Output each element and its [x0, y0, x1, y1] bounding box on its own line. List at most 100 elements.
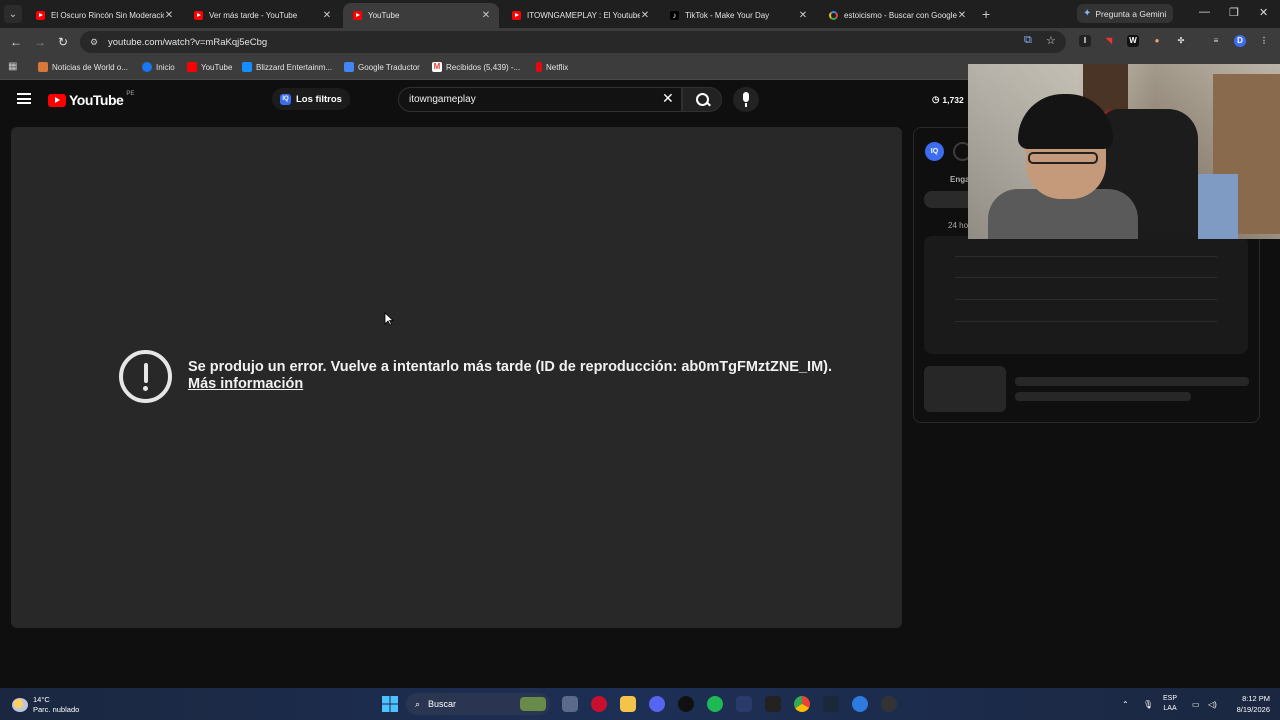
reload-icon[interactable]: ↻ — [58, 35, 68, 49]
app-icon[interactable] — [852, 696, 868, 712]
filters-label: Los filtros — [296, 93, 342, 105]
extension-icon[interactable]: ● — [1151, 35, 1163, 47]
hamburger-menu-icon[interactable] — [17, 93, 31, 104]
reading-list-icon[interactable]: ≡ — [1210, 35, 1222, 47]
microphone-icon[interactable]: 🎙︎ — [1143, 700, 1153, 709]
file-explorer-icon[interactable] — [620, 696, 636, 712]
side-time-label: 24 ho — [948, 221, 969, 230]
spotify-icon[interactable] — [707, 696, 723, 712]
bookmark-star-icon[interactable]: ☆ — [1046, 34, 1056, 47]
extension-icon[interactable]: ◥ — [1103, 35, 1115, 47]
bookmark-item[interactable]: Blizzard Entertainm... — [242, 62, 332, 72]
taskbar-search[interactable]: ⌕ Buscar — [406, 693, 550, 715]
voice-search-icon[interactable] — [733, 87, 759, 112]
app-icon[interactable] — [736, 696, 752, 712]
bookmark-label: Noticias de World o... — [52, 62, 128, 72]
webcam-person-glasses — [1028, 152, 1098, 164]
clock-time: 8:12 PM — [1242, 694, 1270, 703]
google-icon — [829, 11, 838, 20]
browser-tab[interactable]: ♪ TikTok - Make Your Day ✕ — [660, 3, 816, 28]
task-view-icon[interactable] — [562, 696, 578, 712]
more-info-link[interactable]: Más información — [188, 376, 303, 392]
extension-icon[interactable]: I — [1079, 35, 1091, 47]
youtube-icon — [353, 11, 362, 20]
tab-search-icon[interactable]: ⌄ — [4, 5, 22, 23]
tab-close-icon[interactable]: ✕ — [640, 10, 650, 21]
tab-close-icon[interactable]: ✕ — [481, 10, 491, 21]
maximize-icon[interactable]: ❐ — [1229, 6, 1239, 19]
discord-icon[interactable] — [649, 696, 665, 712]
tab-close-icon[interactable]: ✕ — [164, 10, 174, 21]
language-indicator[interactable]: ESP LAA — [1163, 694, 1177, 714]
opera-icon[interactable] — [591, 696, 607, 712]
bookmark-item[interactable]: Netflix — [536, 62, 568, 72]
skeleton-line — [1015, 377, 1249, 386]
iq-extension-icon[interactable]: IQ — [925, 142, 944, 161]
app-icon[interactable] — [678, 696, 694, 712]
gemini-button[interactable]: ✦ Pregunta a Gemini — [1077, 4, 1173, 23]
tab-close-icon[interactable]: ✕ — [957, 10, 967, 21]
new-tab-icon[interactable]: + — [982, 6, 990, 22]
weather-icon — [12, 698, 28, 712]
filters-button[interactable]: IQ Los filtros — [272, 88, 350, 110]
taskbar-clock[interactable]: 8:12 PM 8/19/2026 — [1226, 693, 1270, 715]
clear-search-icon[interactable]: ✕ — [662, 90, 674, 107]
tab-close-icon[interactable]: ✕ — [322, 10, 332, 21]
browser-tab-strip: ⌄ El Oscuro Rincón Sin Moderación ✕ Ver … — [0, 0, 1280, 28]
skeleton-thumbnail — [924, 366, 1006, 412]
minimize-icon[interactable]: — — [1199, 6, 1210, 18]
bookmark-label: Inicio — [156, 62, 175, 72]
taskbar-search-label: Buscar — [428, 699, 457, 709]
windows-taskbar: 14°C Parc. nublado — [0, 688, 1280, 720]
forward-icon[interactable]: → — [34, 35, 46, 49]
search-icon: ⌕ — [415, 698, 421, 709]
browser-tab[interactable]: estoicismo - Buscar con Google ✕ — [819, 3, 975, 28]
browser-tab[interactable]: El Oscuro Rincón Sin Moderación ✕ — [26, 3, 182, 28]
windows-start-icon[interactable] — [382, 696, 398, 712]
back-icon[interactable]: ← — [10, 35, 22, 49]
profile-avatar[interactable]: D — [1234, 35, 1246, 47]
region-code: PE — [126, 91, 135, 97]
tab-close-icon[interactable]: ✕ — [798, 10, 808, 21]
app-icon[interactable] — [881, 696, 897, 712]
tray-overflow-icon[interactable]: ⌃ — [1122, 700, 1129, 709]
weather-widget[interactable]: 14°C Parc. nublado — [12, 695, 79, 715]
youtube-icon — [187, 62, 197, 72]
bookmark-item[interactable]: M Recibidos (5,439) -... — [432, 62, 520, 72]
bookmark-item[interactable]: Noticias de World o... — [38, 62, 128, 72]
chrome-icon[interactable] — [794, 696, 810, 712]
url-text: youtube.com/watch?v=mRaKqj5eCbg — [108, 36, 268, 48]
search-input[interactable]: itowngameplay — [398, 87, 682, 112]
epic-games-icon[interactable] — [765, 696, 781, 712]
network-icon[interactable]: ▭ — [1192, 700, 1200, 709]
skeleton-card — [924, 236, 1248, 354]
search-button[interactable] — [682, 87, 722, 112]
temperature: 14°C — [33, 695, 50, 704]
site-info-icon[interactable]: ⚙ — [90, 37, 100, 48]
menu-dots-icon[interactable]: ⋮ — [1258, 35, 1270, 47]
bookmark-item[interactable]: YouTube — [187, 62, 232, 72]
extensions-puzzle-icon[interactable]: ✣ — [1175, 35, 1187, 47]
install-app-icon[interactable]: ⧉ — [1024, 34, 1032, 47]
apps-grid-icon[interactable]: ▦ — [8, 61, 17, 72]
browser-tab[interactable]: Ver más tarde - YouTube ✕ — [184, 3, 340, 28]
bookmark-label: Blizzard Entertainm... — [256, 62, 333, 72]
address-bar[interactable]: ⚙ youtube.com/watch?v=mRaKqj5eCbg — [80, 31, 1066, 53]
iq-extension-icon: IQ — [280, 93, 291, 105]
volume-icon[interactable]: ◁) — [1208, 700, 1217, 709]
clock-icon: ◷ — [932, 94, 940, 104]
extension-icon[interactable]: W — [1127, 35, 1139, 47]
youtube-logo[interactable]: YouTube PE — [48, 91, 135, 108]
browser-tab-active[interactable]: YouTube ✕ — [343, 3, 499, 28]
tab-title: Ver más tarde - YouTube — [209, 11, 298, 20]
bookmark-label: Google Traductor — [358, 62, 420, 72]
tab-title: ITOWNGAMEPLAY : El Youtuber — [527, 11, 640, 20]
steam-icon[interactable] — [823, 696, 839, 712]
skeleton-line — [955, 299, 1217, 300]
browser-tab[interactable]: ITOWNGAMEPLAY : El Youtuber ✕ — [502, 3, 658, 28]
bookmark-item[interactable]: Inicio — [142, 62, 175, 72]
bookmark-item[interactable]: Google Traductor — [344, 62, 420, 72]
side-label: Enga — [950, 175, 970, 184]
close-window-icon[interactable]: ✕ — [1259, 6, 1268, 19]
lang-top: ESP — [1163, 695, 1178, 702]
